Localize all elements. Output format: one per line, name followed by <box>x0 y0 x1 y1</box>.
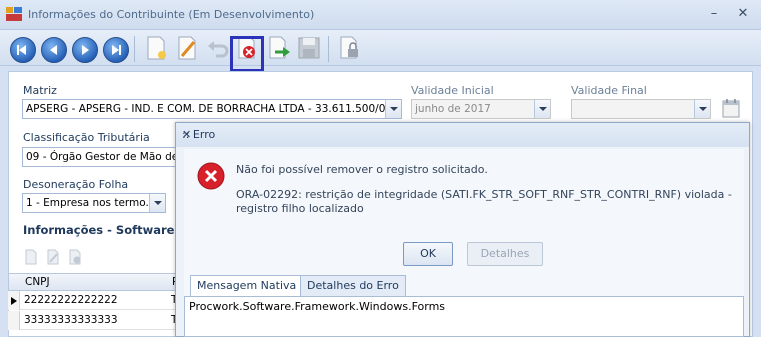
validade-inicial-value: junho de 2017 <box>415 103 491 115</box>
chevron-down-icon[interactable] <box>149 194 165 212</box>
previous-record-button[interactable] <box>41 37 67 63</box>
previous-icon <box>50 45 57 55</box>
app-icon <box>6 7 22 21</box>
ok-button[interactable]: OK <box>403 242 453 266</box>
error-detail: ORA-02292: restrição de integridade (SAT… <box>236 188 732 215</box>
next-icon <box>82 45 89 55</box>
validade-final-label: Validade Final <box>571 84 647 97</box>
cnpj-cell: 33333333333333 <box>24 314 118 326</box>
cnpj-cell: 22222222222222 <box>24 294 118 306</box>
error-message: Não foi possível remover o registro soli… <box>236 163 488 176</box>
first-icon <box>17 45 26 55</box>
matriz-label: Matriz <box>23 84 57 97</box>
undo-icon[interactable] <box>204 34 232 62</box>
table-row[interactable]: 33333333333333 T <box>8 311 188 330</box>
validade-final-select[interactable] <box>571 99 711 119</box>
native-message-text: Procwork.Software.Framework.Windows.Form… <box>189 300 446 313</box>
software-grid: CNPJ R 22222222222222 T 33333333333333 T <box>8 273 188 337</box>
current-row-icon <box>11 297 17 305</box>
new-row-icon[interactable] <box>23 249 39 265</box>
close-window-button[interactable]: ✕ <box>735 6 751 22</box>
edit-icon[interactable] <box>173 34 201 62</box>
desoneracao-value: 1 - Empresa nos termo... <box>26 197 156 209</box>
toolbar-separator <box>134 36 135 62</box>
grid-header: CNPJ R <box>8 273 188 291</box>
last-icon <box>112 45 121 55</box>
validade-inicial-label: Validade Inicial <box>411 84 494 97</box>
table-row[interactable]: 22222222222222 T <box>8 291 188 310</box>
next-record-button[interactable] <box>72 37 98 63</box>
window-title: Informações do Contribuinte (Em Desenvol… <box>28 8 315 21</box>
delete-row-icon[interactable] <box>67 249 83 265</box>
grid-header-cnpj[interactable]: CNPJ <box>25 276 50 288</box>
toolbar-separator <box>328 36 329 62</box>
calendar-icon[interactable] <box>722 98 740 118</box>
minimize-button[interactable]: – <box>706 6 722 22</box>
chevron-down-icon[interactable] <box>385 100 401 118</box>
desoneracao-select[interactable]: 1 - Empresa nos termo... <box>22 193 166 213</box>
row-selector[interactable] <box>8 311 20 330</box>
tab-detalhes-erro[interactable]: Detalhes do Erro <box>300 275 406 296</box>
export-icon[interactable] <box>265 34 293 62</box>
dialog-title-bar: :: Erro ✕ <box>176 123 749 147</box>
tab-content: Procwork.Software.Framework.Windows.Form… <box>184 296 744 337</box>
tab-mensagem-nativa[interactable]: Mensagem Nativa <box>190 275 304 297</box>
delete-highlight-box <box>230 36 264 72</box>
software-section-title: Informações - Software Ho <box>23 223 196 237</box>
classificacao-value: 09 - Órgão Gestor de Mão de O <box>26 151 190 163</box>
details-button[interactable]: Detalhes <box>467 242 543 266</box>
last-record-button[interactable] <box>103 37 129 63</box>
lock-icon[interactable] <box>336 34 364 62</box>
edit-row-icon[interactable] <box>45 249 61 265</box>
error-icon <box>197 162 225 190</box>
first-record-button[interactable] <box>10 37 36 63</box>
matriz-value: APSERG - APSERG - IND. E COM. DE BORRACH… <box>26 103 402 115</box>
chevron-down-icon[interactable] <box>534 100 550 118</box>
dialog-close-icon[interactable]: ✕ <box>182 128 741 141</box>
save-icon[interactable] <box>295 34 323 62</box>
title-bar: Informações do Contribuinte (Em Desenvol… <box>0 0 761 30</box>
matriz-select[interactable]: APSERG - APSERG - IND. E COM. DE BORRACH… <box>22 99 402 119</box>
error-dialog: :: Erro ✕ Não foi possível remover o reg… <box>175 122 750 337</box>
validade-inicial-select[interactable]: junho de 2017 <box>411 99 551 119</box>
desoneracao-label: Desoneração Folha <box>23 178 129 191</box>
chevron-down-icon[interactable] <box>694 100 710 118</box>
classificacao-select[interactable]: 09 - Órgão Gestor de Mão de O <box>22 147 192 167</box>
classificacao-label: Classificação Tributária <box>23 131 150 144</box>
toolbar <box>0 30 761 66</box>
row-selector[interactable] <box>8 291 20 310</box>
new-icon[interactable] <box>142 34 170 62</box>
